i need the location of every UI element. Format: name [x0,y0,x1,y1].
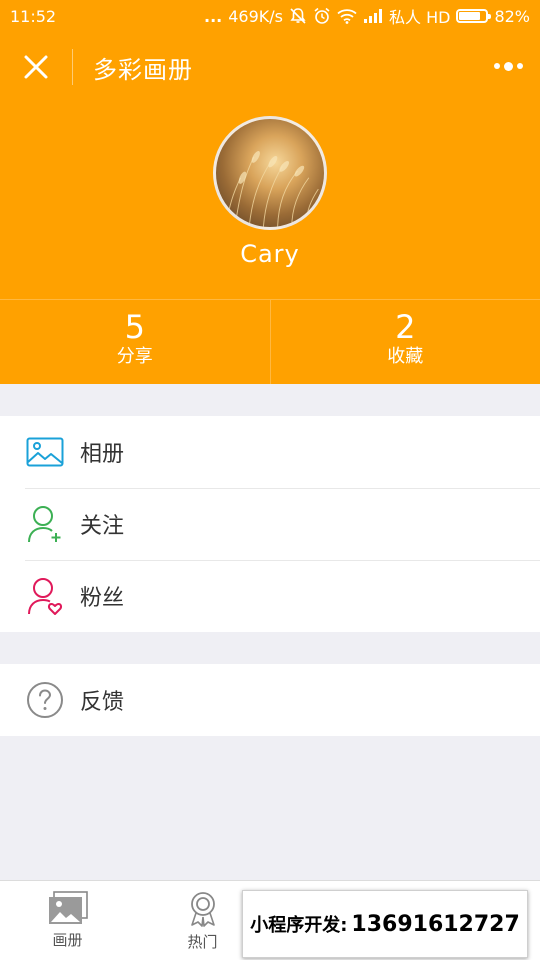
menu-group-main: 相册 关注 粉丝 [0,416,540,632]
stat-value: 2 [395,308,416,346]
menu-item-label: 相册 [80,442,125,467]
avatar[interactable] [213,116,327,230]
nav-bar: 多彩画册 [0,32,540,102]
award-icon [190,892,215,927]
promo-watermark: 小程序开发: 13691612727 [242,890,528,958]
more-dots-icon-center [503,61,513,71]
alarm-icon [313,7,331,25]
stat-label: 收藏 [387,346,424,367]
menu-item-label: 粉丝 [80,586,125,611]
menu-item-label: 反馈 [80,690,125,715]
status-right: ... 469K/s 私人 HD 82% [204,4,530,28]
photo-album-icon [25,432,65,472]
profile-header: Cary [0,102,540,299]
menu-item-album[interactable]: 相册 [0,416,540,488]
promo-label: 小程序开发: [250,915,348,936]
user-heart-icon [25,576,65,616]
stats-row: 5 分享 2 收藏 [0,299,540,384]
gallery-icon [48,891,88,924]
promo-phone: 13691612727 [351,911,520,937]
battery-percent: 82% [494,6,530,26]
battery-fill [459,12,481,20]
menu-item-label: 关注 [80,514,125,539]
question-icon [25,680,65,720]
stat-value: 5 [124,308,145,346]
network-speed: 469K/s [228,6,283,26]
more-button[interactable] [490,50,526,82]
status-bar: 11:52 ... 469K/s 私人 HD 82% [0,0,540,32]
tab-label: 画册 [52,931,83,949]
app-screen: 11:52 ... 469K/s 私人 HD 82% 多彩画册 Cary 5 分… [0,0,540,960]
page-title: 多彩画册 [93,55,193,84]
menu-item-feedback[interactable]: 反馈 [0,664,540,736]
more-dots-icon [493,63,500,69]
menu-group-feedback: 反馈 [0,664,540,736]
more-dots-icon-right [516,63,523,69]
status-dots: ... [203,6,223,26]
wifi-icon [337,8,357,24]
close-button[interactable] [0,32,72,102]
mute-bell-icon [289,7,307,25]
carrier-label: 私人 HD [388,8,451,27]
stat-shares[interactable]: 5 分享 [0,300,270,384]
avatar-grass-image [225,150,319,227]
signal-icon [363,9,383,23]
add-user-icon [25,504,65,544]
tab-label: 热门 [187,933,218,951]
tab-gallery[interactable]: 画册 [0,881,135,960]
nav-divider [72,49,73,85]
close-icon [24,55,48,79]
menu-item-following[interactable]: 关注 [0,488,540,560]
status-time: 11:52 [10,6,57,26]
stat-label: 分享 [116,346,153,367]
battery-icon [456,9,492,23]
profile-name: Cary [240,240,300,268]
menu-item-fans[interactable]: 粉丝 [0,560,540,632]
stat-favorites[interactable]: 2 收藏 [269,300,540,384]
